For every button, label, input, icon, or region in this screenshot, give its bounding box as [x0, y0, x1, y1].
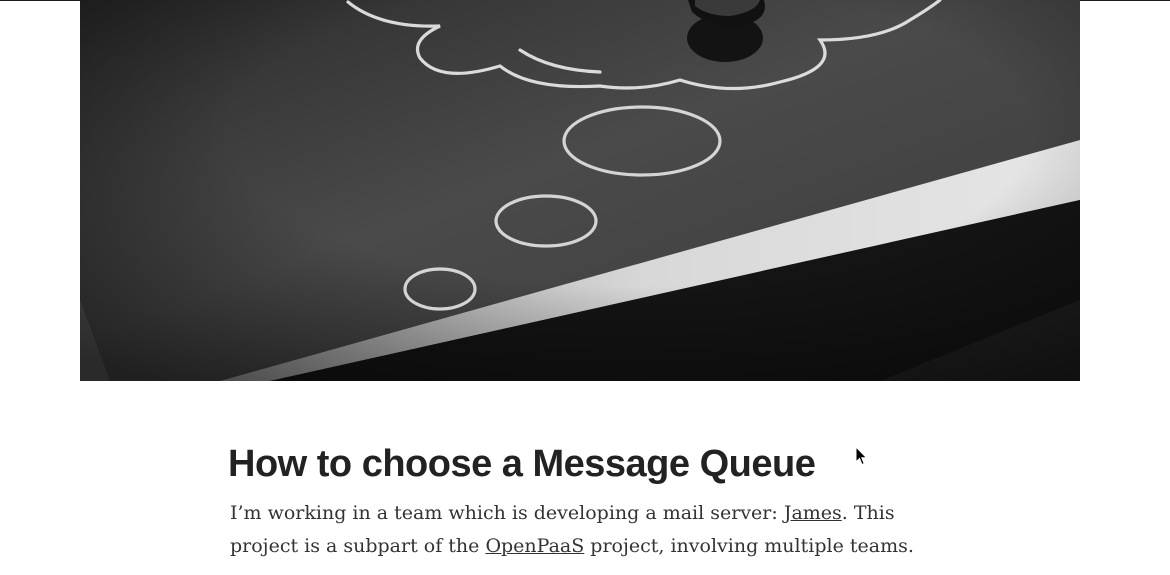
mouse-cursor-icon: [855, 445, 868, 466]
james-link[interactable]: James: [784, 502, 842, 524]
paragraph-text: I’m working in a team which is developin…: [230, 502, 784, 524]
paragraph-text: project, involving multiple teams.: [584, 535, 914, 557]
post-intro-paragraph: I’m working in a team which is developin…: [230, 497, 930, 563]
post-title: How to choose a Message Queue: [228, 443, 816, 485]
hero-image: [80, 0, 1080, 381]
openpaas-link[interactable]: OpenPaaS: [485, 535, 584, 557]
